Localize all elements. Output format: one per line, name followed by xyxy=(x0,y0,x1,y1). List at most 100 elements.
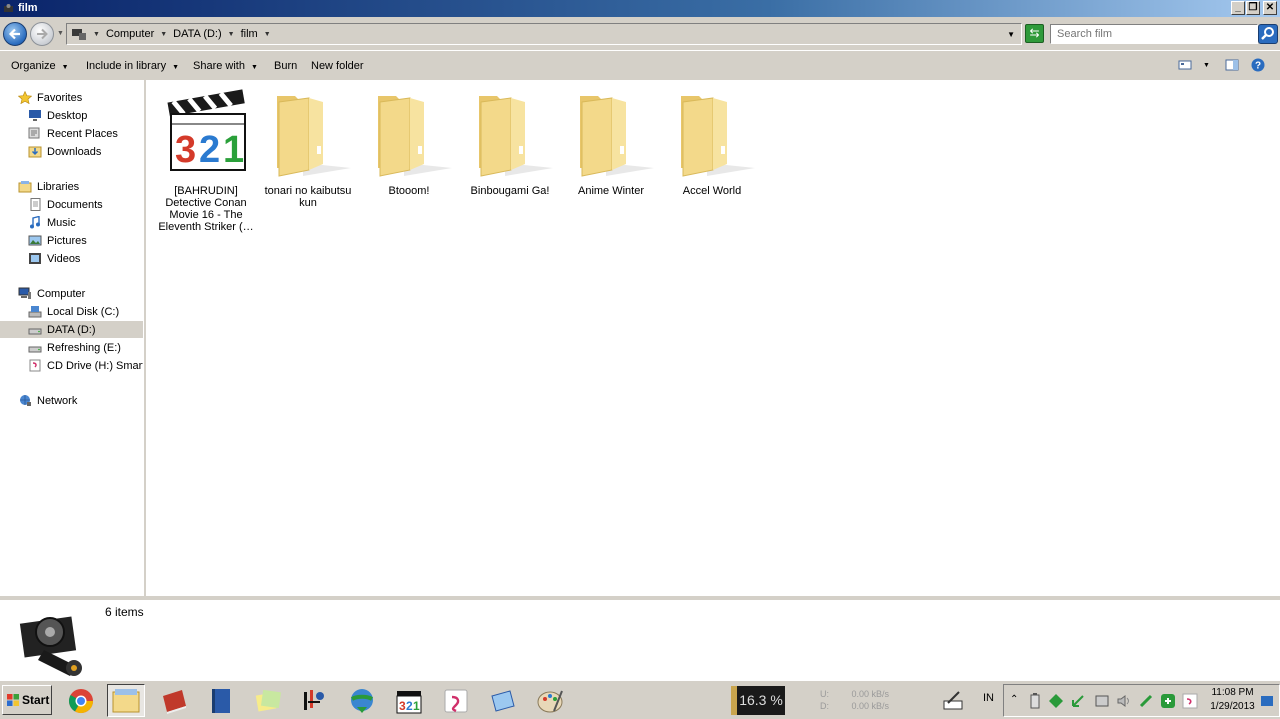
nav-cd-drive-h[interactable]: CD Drive (H:) Smartfr xyxy=(28,357,143,374)
nav-computer[interactable]: Computer xyxy=(18,285,85,302)
folder-icon xyxy=(378,96,452,177)
window-icon xyxy=(4,4,13,12)
folder-item[interactable]: Binbougami Ga! xyxy=(461,88,559,197)
language-indicator[interactable]: IN xyxy=(983,692,994,704)
nav-music[interactable]: Music xyxy=(28,214,76,231)
notebook-icon xyxy=(212,688,230,713)
crumb-separator-icon[interactable]: ▼ xyxy=(160,31,167,38)
crumb-data-disk[interactable]: DATA (D:) xyxy=(173,28,221,40)
sticky-notes-icon xyxy=(255,689,282,711)
nav-recent-places[interactable]: Recent Places xyxy=(28,125,118,142)
windows-logo-icon xyxy=(7,694,19,706)
book-icon xyxy=(163,689,186,714)
update-tray-icon[interactable] xyxy=(1160,693,1176,709)
start-button[interactable]: Start xyxy=(2,685,52,715)
sync-tray-icon[interactable] xyxy=(1138,693,1154,709)
show-desktop-icon[interactable] xyxy=(1260,695,1274,707)
documents-icon xyxy=(30,198,41,211)
file-item[interactable]: 3 2 1 [BAHRUDIN] Detective Conan Movie 1… xyxy=(157,88,255,233)
preview-pane-icon[interactable] xyxy=(1225,59,1239,71)
help-icon[interactable]: ? xyxy=(1251,58,1265,72)
network-tray-icon[interactable] xyxy=(1048,693,1064,709)
show-hidden-icons-icon[interactable]: ⌃ xyxy=(1010,694,1018,705)
refresh-button[interactable]: ⇆ xyxy=(1025,24,1044,43)
nav-videos[interactable]: Videos xyxy=(28,250,80,267)
item-count: 6 items xyxy=(105,605,144,619)
star-icon xyxy=(18,91,32,104)
nav-downloads[interactable]: Downloads xyxy=(28,143,101,160)
recent-pages-dropdown[interactable]: ▼ xyxy=(57,30,64,37)
taskbar-media-player[interactable]: 321 xyxy=(390,684,428,717)
crumb-separator-icon[interactable]: ▼ xyxy=(228,31,235,38)
organize-button[interactable]: Organize ▼ xyxy=(11,60,69,72)
download-tray-icon[interactable] xyxy=(1070,693,1086,709)
search-icon xyxy=(1261,27,1274,40)
nav-network[interactable]: Network xyxy=(18,392,77,409)
nav-local-disk-c[interactable]: Local Disk (C:) xyxy=(28,303,119,320)
folder-item[interactable]: Btooom! xyxy=(360,88,458,197)
command-bar: Organize ▼ Include in library ▼ Share with… xyxy=(0,50,1280,80)
nav-pictures[interactable]: Pictures xyxy=(28,232,87,249)
clock-time: 11:08 PM xyxy=(1211,687,1254,698)
clock[interactable]: 11:08 PM 1/29/2013 xyxy=(1205,686,1260,714)
taskbar-editor-app[interactable] xyxy=(484,684,522,717)
nav-data-disk-d[interactable]: DATA (D:) xyxy=(0,321,143,338)
smartfren-tray-icon[interactable] xyxy=(1182,693,1198,709)
chevron-down-icon: ▼ xyxy=(61,64,69,71)
restore-button[interactable]: ❐ xyxy=(1246,1,1260,15)
folder-item[interactable]: tonari no kaibutsu kun xyxy=(259,88,357,209)
minimize-button[interactable]: _ xyxy=(1231,1,1245,15)
folder-name: tonari no kaibutsu kun xyxy=(264,185,352,209)
close-button[interactable]: ✕ xyxy=(1263,1,1277,15)
taskbar-smartfren[interactable] xyxy=(437,684,475,717)
mpc-hc-321-icon: 321 xyxy=(396,690,422,713)
details-pane: 6 items xyxy=(0,600,1280,680)
taskbar-chart-app[interactable] xyxy=(296,684,334,717)
search-button[interactable] xyxy=(1258,24,1278,44)
folder-item[interactable]: Anime Winter xyxy=(562,88,660,197)
folder-item[interactable]: Accel World xyxy=(663,88,761,197)
taskbar-download-manager[interactable] xyxy=(343,684,381,717)
svg-text:?: ? xyxy=(1255,61,1261,72)
view-options-dropdown[interactable]: ▼ xyxy=(1203,62,1210,69)
nav-refreshing-e[interactable]: Refreshing (E:) xyxy=(28,339,121,356)
pictures-icon xyxy=(28,235,42,246)
crumb-film[interactable]: film xyxy=(241,28,258,40)
title-bar: film _ ❐ ✕ xyxy=(0,0,1280,17)
device-tray-icon[interactable] xyxy=(1094,693,1110,709)
include-in-library-button[interactable]: Include in library ▼ xyxy=(86,60,179,72)
nav-desktop[interactable]: Desktop xyxy=(28,107,87,124)
crumb-separator-icon[interactable]: ▼ xyxy=(93,31,100,38)
crumb-computer[interactable]: Computer xyxy=(106,28,154,40)
new-folder-button[interactable]: New folder xyxy=(311,60,364,72)
back-arrow-icon xyxy=(8,28,20,40)
battery-icon[interactable] xyxy=(1028,693,1042,709)
address-history-dropdown[interactable]: ▼ xyxy=(1007,30,1015,39)
crumb-separator-icon[interactable]: ▼ xyxy=(264,31,271,38)
notepad-icon xyxy=(491,689,515,712)
burn-button[interactable]: Burn xyxy=(274,60,297,72)
taskbar-chrome[interactable] xyxy=(62,684,100,717)
forward-button[interactable] xyxy=(30,22,54,46)
nav-favorites[interactable]: Favorites xyxy=(18,89,82,106)
chevron-down-icon: ▼ xyxy=(172,64,180,71)
pen-input-icon[interactable] xyxy=(942,689,964,711)
nav-documents[interactable]: Documents xyxy=(28,196,103,213)
search-input[interactable] xyxy=(1050,24,1258,44)
folder-name: Anime Winter xyxy=(577,185,645,197)
back-button[interactable] xyxy=(3,22,27,46)
address-box[interactable]: ▼ Computer ▼ DATA (D:) ▼ film ▼ ▼ xyxy=(66,23,1022,45)
hard-drive-icon xyxy=(28,346,42,353)
taskbar-paint[interactable] xyxy=(531,684,569,717)
taskbar-book-app[interactable] xyxy=(155,684,193,717)
svg-text:1: 1 xyxy=(223,129,244,171)
share-with-button[interactable]: Share with ▼ xyxy=(193,60,258,72)
taskbar-explorer[interactable] xyxy=(107,684,145,717)
volume-icon[interactable] xyxy=(1116,693,1132,709)
nav-libraries[interactable]: Libraries xyxy=(18,178,79,195)
change-view-icon[interactable] xyxy=(1178,59,1192,71)
taskbar-notebook-app[interactable] xyxy=(202,684,240,717)
file-name: [BAHRUDIN] Detective Conan Movie 16 - Th… xyxy=(158,185,254,233)
taskbar-sticky-notes[interactable] xyxy=(249,684,287,717)
chevron-down-icon: ▼ xyxy=(250,64,258,71)
